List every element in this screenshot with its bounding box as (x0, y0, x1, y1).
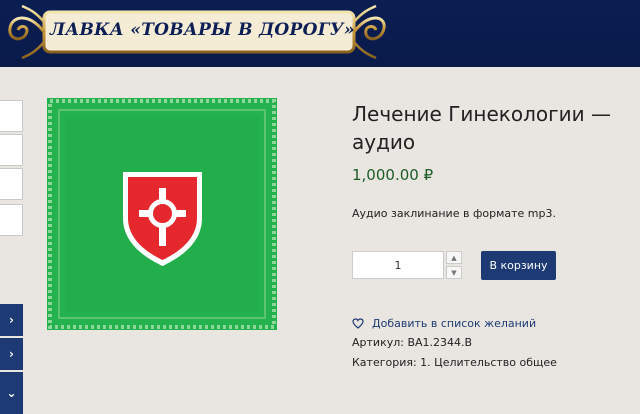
quantity-stepper: ▲ ▼ (352, 251, 466, 279)
chevron-down-icon: ⌄ (6, 386, 17, 400)
product-image[interactable] (47, 98, 277, 330)
sidebar-menu-item[interactable] (0, 134, 23, 166)
product-price: 1,000.00 ₽ (352, 166, 434, 184)
add-to-cart-button[interactable]: В корзину (481, 251, 556, 280)
sidebar-menu-item[interactable] (0, 168, 23, 200)
sidebar-expand-button[interactable]: › (0, 338, 23, 370)
product-category[interactable]: Категория: 1. Целительство общее (352, 356, 557, 369)
chevron-down-icon: ▼ (451, 268, 457, 277)
sidebar-collapse-button[interactable]: ⌄ (0, 372, 23, 414)
chevron-right-icon: › (9, 313, 14, 327)
sidebar-menu-item[interactable] (0, 100, 23, 132)
product-sku: Артикул: BA1.2344.B (352, 336, 473, 349)
quantity-decrease-button[interactable]: ▼ (446, 266, 462, 279)
red-shield-cross-icon (48, 99, 276, 329)
wishlist-label: Добавить в список желаний (372, 317, 537, 330)
quantity-increase-button[interactable]: ▲ (446, 251, 462, 264)
site-header: ЛАВКА «ТОВАРЫ В ДОРОГУ» (0, 0, 640, 67)
sidebar-menu-item[interactable] (0, 204, 23, 236)
logo-text: ЛАВКА «ТОВАРЫ В ДОРОГУ» (50, 20, 355, 40)
sidebar-expand-button[interactable]: › (0, 304, 23, 336)
product-title: Лечение Гинекологии — аудио (352, 102, 611, 154)
quantity-input[interactable] (352, 251, 444, 279)
product-description: Аудио заклинание в формате mp3. (352, 207, 556, 220)
chevron-right-icon: › (9, 347, 14, 361)
add-to-wishlist-link[interactable]: Добавить в список желаний (352, 317, 536, 330)
site-logo[interactable]: ЛАВКА «ТОВАРЫ В ДОРОГУ» (4, 2, 388, 62)
heart-icon (352, 318, 364, 329)
chevron-up-icon: ▲ (451, 253, 457, 262)
